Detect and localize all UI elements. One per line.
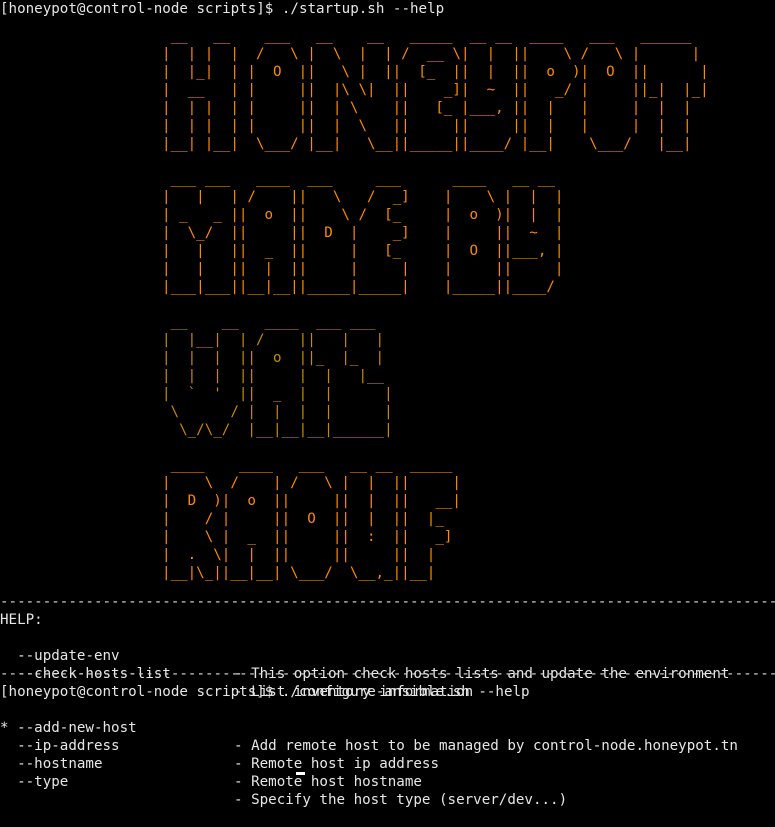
separator-top: ----------------------------------------… [0,594,775,610]
text-cursor [296,772,305,775]
option-row-add-new-host: * --add-new-host - Add remote host to be… [0,701,775,754]
option-row-hostname: --hostname - Remote host hostname [0,737,775,790]
ascii-banner-honeypot: __ __ ___ __ __ _____ __ __ ____ ___ ___… [162,28,709,152]
option-row-check-hosts-list: --check-hosts-list - List inventory info… [0,647,775,700]
prompt-startup-command: [honeypot@control-node scripts]$ ./start… [0,1,445,17]
prompt-configure-ansible-command: [honeypot@control-node scripts]$ ./confi… [0,684,530,700]
terminal-window[interactable]: [honeypot@control-node scripts]$ ./start… [0,0,775,808]
ascii-banner-wael: __ __ ____ ___ ___ | |__| | / || | | | |… [162,314,393,438]
ascii-banner-made-by: ___ ___ ____ ___ ___ ____ __ __ | | | / … [162,171,564,295]
separator-bottom: ----------------------------------------… [0,666,775,682]
option-row-ip-address: --ip-address - Remote host ip address [0,719,775,772]
help-header: HELP: [0,612,43,628]
ascii-banner-raouf: ____ ____ ___ __ __ _____ | \ / | / \ | … [162,457,461,581]
option-row-type: --type - Specify the host type (server/d… [0,755,775,808]
option-description: - Specify the host type (server/dev...) [234,792,568,808]
option-row-update-env: --update-env - This option check hosts l… [0,629,775,682]
